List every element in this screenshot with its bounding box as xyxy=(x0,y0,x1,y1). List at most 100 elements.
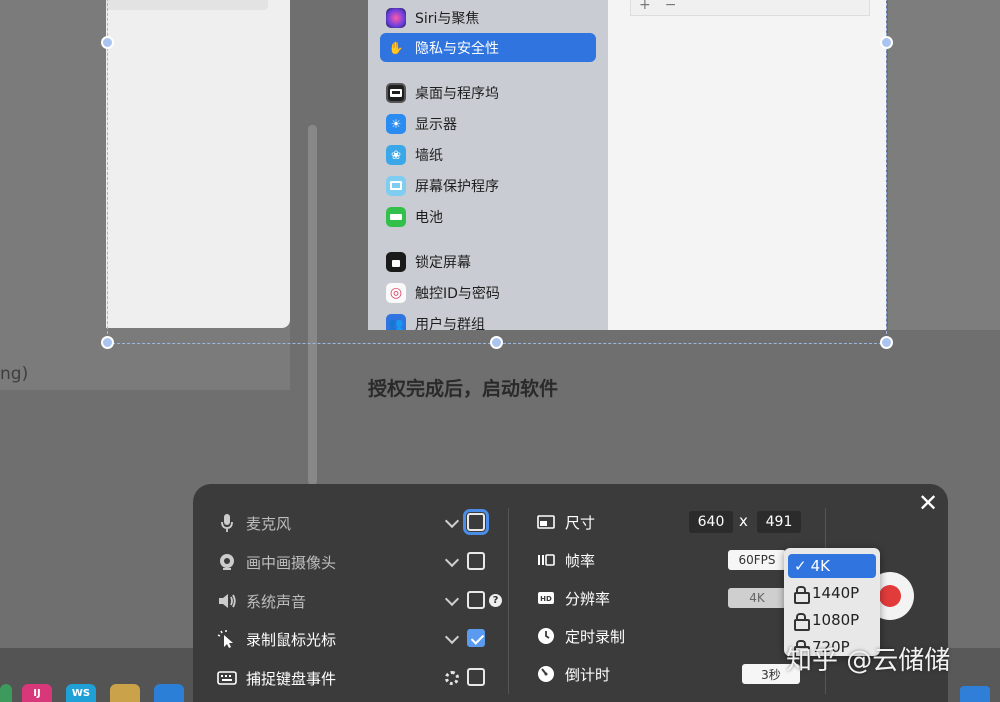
settings-main-pane: + − xyxy=(608,0,886,330)
option-resolution: HD 分辨率 xyxy=(535,584,610,612)
option-framerate: 帧率 xyxy=(535,546,595,574)
fingerprint-icon: ◎ xyxy=(386,282,406,303)
sidebar-item-lock-screen[interactable]: 锁定屏幕 xyxy=(380,247,596,276)
sidebar-item-label: 触控ID与密码 xyxy=(415,285,500,302)
siri-icon xyxy=(386,7,406,28)
checkmark-icon: ✓ xyxy=(794,557,807,575)
resolution-option-4k[interactable]: ✓ 4K xyxy=(788,554,876,578)
sidebar-item-users[interactable]: 👥 用户与群组 xyxy=(380,309,596,330)
sidebar-item-label: 电池 xyxy=(415,209,443,226)
sidebar-item-label: 桌面与程序坞 xyxy=(415,85,499,102)
gear-icon[interactable] xyxy=(445,671,459,685)
app-icon-vscode[interactable] xyxy=(154,684,184,702)
lock-icon xyxy=(794,586,810,604)
sidebar-item-label: Siri与聚焦 xyxy=(415,10,480,27)
remove-button[interactable]: − xyxy=(665,0,677,13)
option-label: 录制鼠标光标 xyxy=(246,630,337,649)
mail-app-icon[interactable] xyxy=(960,686,990,702)
resize-handle-left-top[interactable] xyxy=(101,36,114,49)
microphone-checkbox[interactable] xyxy=(463,509,489,535)
lock-icon xyxy=(386,251,406,272)
sidebar-item-battery[interactable]: 电池 xyxy=(380,202,596,231)
speaker-icon xyxy=(216,591,238,611)
sidebar-item-displays[interactable]: ☀ 显示器 xyxy=(380,109,596,138)
users-icon: 👥 xyxy=(386,313,406,330)
sidebar-item-wallpaper[interactable]: ❀ 墙纸 xyxy=(380,140,596,169)
sidebar-item-screensaver[interactable]: 屏幕保护程序 xyxy=(380,171,596,200)
sidebar-item-label: 显示器 xyxy=(415,116,457,133)
resize-handle-bottom-left[interactable] xyxy=(101,336,114,349)
background-right-strip xyxy=(888,0,1000,330)
framerate-select[interactable]: 60FPS xyxy=(728,550,786,570)
background-text-fragment: ng) xyxy=(0,364,29,384)
app-icon-generic[interactable] xyxy=(110,684,140,702)
background-card-bar xyxy=(106,0,268,10)
option-webcam: 画中画摄像头 xyxy=(216,548,336,576)
size-separator: x xyxy=(739,512,748,530)
resolution-select[interactable]: 4K xyxy=(728,588,786,608)
option-label: 倒计时 xyxy=(565,665,611,684)
resize-handle-bottom-right[interactable] xyxy=(880,336,893,349)
webcam-icon xyxy=(216,552,238,572)
option-system-sound: 系统声音 xyxy=(216,587,306,615)
help-icon[interactable]: ? xyxy=(489,594,502,607)
resize-handle-right-top[interactable] xyxy=(880,36,893,49)
sidebar-item-privacy[interactable]: ✋ 隐私与安全性 xyxy=(380,33,596,62)
sun-icon: ☀ xyxy=(386,113,406,134)
sidebar-item-touch-id[interactable]: ◎ 触控ID与密码 xyxy=(380,278,596,307)
close-panel-button[interactable]: ✕ xyxy=(915,490,941,516)
dock-right-segment xyxy=(948,648,1000,702)
option-label: 尺寸 xyxy=(565,513,596,532)
chevron-down-icon[interactable] xyxy=(445,631,459,645)
sidebar-item-label: 墙纸 xyxy=(415,147,443,164)
system-sound-checkbox[interactable] xyxy=(467,591,485,609)
option-label: 定时录制 xyxy=(565,627,626,646)
size-icon xyxy=(535,512,557,532)
height-input[interactable]: 491 xyxy=(757,511,801,533)
webcam-checkbox[interactable] xyxy=(467,552,485,570)
watermark: 知乎 @云储储 xyxy=(786,646,951,676)
hand-icon: ✋ xyxy=(386,37,406,58)
lock-icon xyxy=(794,613,810,631)
option-record-cursor: 录制鼠标光标 xyxy=(216,625,336,653)
chevron-down-icon[interactable] xyxy=(445,515,459,529)
hd-icon: HD xyxy=(535,588,557,608)
resolution-option-1440p[interactable]: 1440P xyxy=(788,581,876,605)
app-icon-webstorm[interactable]: WS xyxy=(66,684,96,702)
chevron-down-icon[interactable] xyxy=(445,554,459,568)
timer-icon xyxy=(535,664,557,684)
screensaver-icon xyxy=(386,175,406,196)
settings-sidebar: Siri与聚焦 ✋ 隐私与安全性 桌面与程序坞 ☀ 显示器 ❀ 墙纸 屏幕保护程… xyxy=(368,0,608,330)
option-text: 4K xyxy=(810,557,830,575)
svg-text:HD: HD xyxy=(540,595,552,603)
scrollbar[interactable] xyxy=(308,125,317,485)
sidebar-item-desktop-dock[interactable]: 桌面与程序坞 xyxy=(380,78,596,107)
option-label: 画中画摄像头 xyxy=(246,553,337,572)
option-scheduled-recording: 定时录制 xyxy=(535,622,625,650)
flower-icon: ❀ xyxy=(386,144,406,165)
article-text: 授权完成后，启动软件 xyxy=(368,378,559,400)
plus-minus-bar: + − xyxy=(630,0,870,16)
option-countdown: 倒计时 xyxy=(535,660,610,688)
keyboard-events-checkbox[interactable] xyxy=(467,668,485,686)
option-microphone: 麦克风 xyxy=(216,509,291,537)
battery-icon xyxy=(386,206,406,227)
panel-divider xyxy=(508,508,509,694)
width-input[interactable]: 640 xyxy=(689,511,733,533)
microphone-icon xyxy=(216,513,238,533)
chevron-down-icon[interactable] xyxy=(445,593,459,607)
option-text: 1080P xyxy=(812,611,860,629)
sidebar-item-label: 用户与群组 xyxy=(415,316,485,331)
record-cursor-checkbox[interactable] xyxy=(467,629,485,647)
app-icon-intellij[interactable]: IJ xyxy=(22,684,52,702)
add-button[interactable]: + xyxy=(639,0,651,13)
cursor-click-icon xyxy=(216,629,238,649)
sidebar-item-siri[interactable]: Siri与聚焦 xyxy=(380,3,596,32)
resolution-option-1080p[interactable]: 1080P xyxy=(788,608,876,632)
framerate-icon xyxy=(535,550,557,570)
app-icon-chrome[interactable] xyxy=(0,684,12,702)
resize-handle-bottom-center[interactable] xyxy=(490,336,503,349)
system-settings-window: Siri与聚焦 ✋ 隐私与安全性 桌面与程序坞 ☀ 显示器 ❀ 墙纸 屏幕保护程… xyxy=(368,0,886,330)
clock-icon xyxy=(535,626,557,646)
option-label: 分辨率 xyxy=(565,589,611,608)
